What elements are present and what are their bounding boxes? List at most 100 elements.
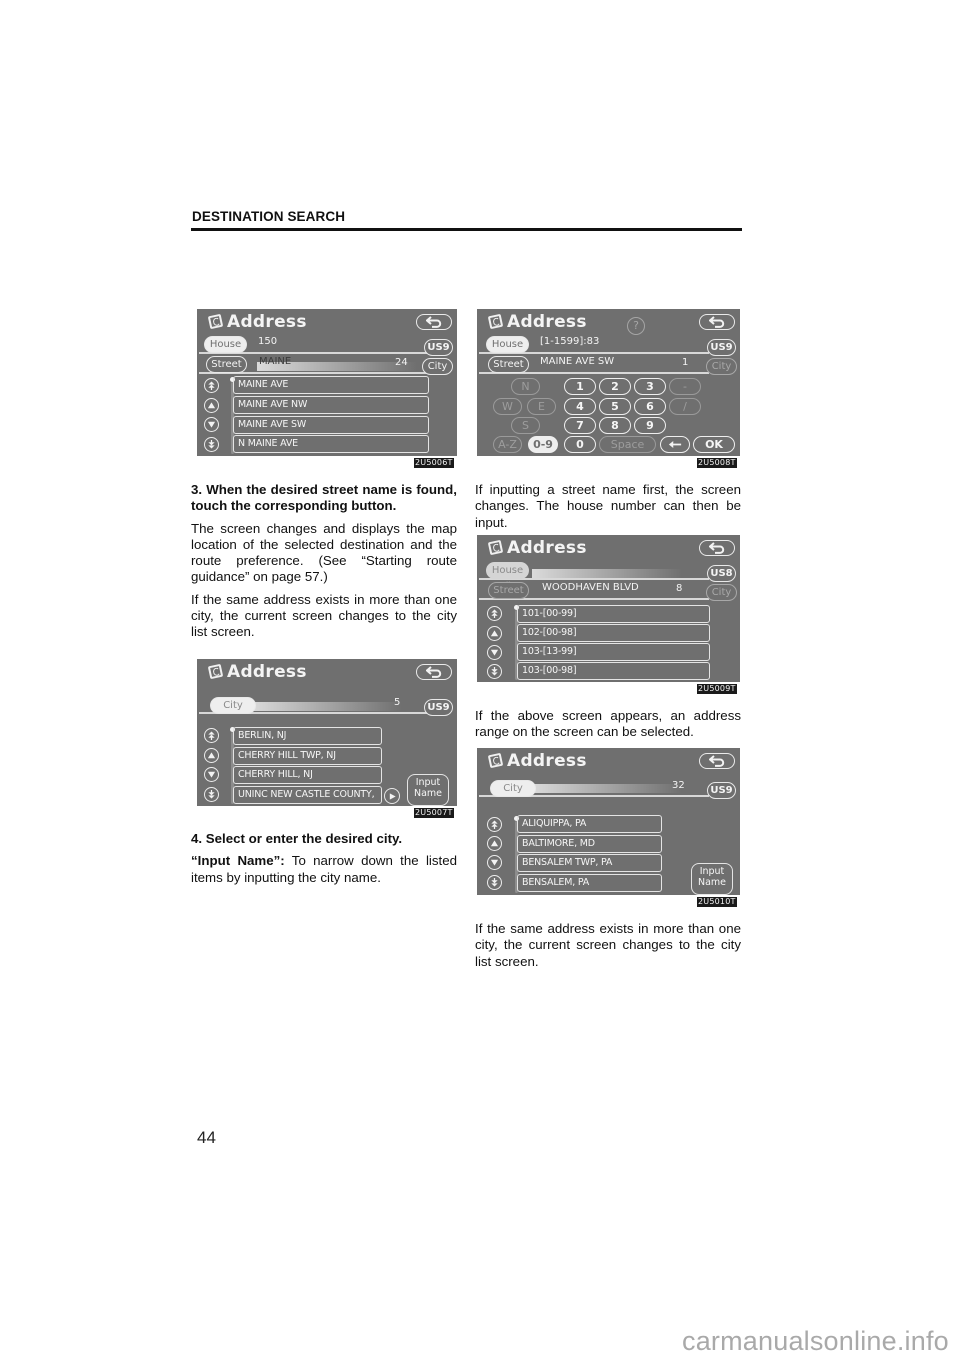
down-arrow-icon bbox=[207, 770, 216, 779]
key-slash[interactable]: / bbox=[669, 398, 701, 415]
scroll-up-button[interactable] bbox=[487, 626, 502, 641]
street-match-count: 1 bbox=[682, 357, 689, 368]
page-down-icon bbox=[490, 667, 499, 676]
list-item[interactable]: N MAINE AVE bbox=[233, 435, 429, 453]
city-button[interactable]: City bbox=[706, 584, 737, 601]
route-button[interactable]: US9 bbox=[424, 339, 453, 356]
key-dash[interactable]: - bbox=[669, 378, 701, 395]
scroll-right-button[interactable] bbox=[384, 788, 400, 804]
street-button[interactable]: Street bbox=[488, 356, 529, 373]
page-down-button[interactable] bbox=[204, 437, 219, 452]
input-name-button[interactable]: Input Name bbox=[407, 774, 449, 806]
key-6[interactable]: 6 bbox=[634, 398, 666, 415]
page-up-button[interactable] bbox=[487, 817, 502, 832]
key-s[interactable]: S bbox=[511, 417, 540, 434]
list-item[interactable]: CHERRY HILL, NJ bbox=[233, 766, 382, 784]
list-item[interactable]: BENSALEM, PA bbox=[517, 874, 662, 892]
back-button[interactable] bbox=[699, 753, 735, 769]
list-item[interactable]: 102-[00-98] bbox=[517, 624, 710, 642]
down-arrow-icon bbox=[207, 420, 216, 429]
key-1[interactable]: 1 bbox=[564, 378, 596, 395]
key-9[interactable]: 9 bbox=[634, 417, 666, 434]
route-button[interactable]: US9 bbox=[424, 699, 453, 716]
street-button[interactable]: Street bbox=[488, 582, 529, 599]
list-item[interactable]: MAINE AVE SW bbox=[233, 416, 429, 434]
list-item[interactable]: 101-[00-99] bbox=[517, 605, 710, 623]
scroll-down-button[interactable] bbox=[204, 417, 219, 432]
list-item[interactable]: MAINE AVE NW bbox=[233, 396, 429, 414]
key-2[interactable]: 2 bbox=[599, 378, 631, 395]
up-arrow-icon bbox=[490, 839, 499, 848]
page-down-button[interactable] bbox=[487, 875, 502, 890]
backspace-button[interactable] bbox=[660, 436, 690, 453]
page-up-button[interactable] bbox=[204, 378, 219, 393]
key-w[interactable]: W bbox=[493, 398, 522, 415]
house-number-button[interactable]: House # bbox=[486, 336, 529, 365]
down-arrow-icon bbox=[490, 648, 499, 657]
page-up-button[interactable] bbox=[487, 606, 502, 621]
key-8[interactable]: 8 bbox=[599, 417, 631, 434]
screen-title: Address bbox=[227, 662, 307, 682]
list-item[interactable]: UNINC NEW CASTLE COUNTY, bbox=[233, 786, 382, 804]
page-down-button[interactable] bbox=[204, 787, 219, 802]
route-button[interactable]: US8 bbox=[707, 565, 736, 582]
ok-button[interactable]: OK bbox=[693, 436, 735, 453]
page-number: 44 bbox=[197, 1128, 216, 1147]
key-a-z[interactable]: A-Z bbox=[493, 436, 522, 453]
back-button[interactable] bbox=[416, 664, 452, 680]
watermark[interactable]: carmanualsonline.info bbox=[682, 1326, 949, 1357]
scroll-down-button[interactable] bbox=[487, 855, 502, 870]
help-icon[interactable]: ? bbox=[627, 317, 645, 335]
left-text-block-2: 4. Select or enter the desired city. “In… bbox=[191, 831, 457, 892]
list-item[interactable]: CHERRY HILL TWP, NJ bbox=[233, 747, 382, 765]
list-item[interactable]: BALTIMORE, MD bbox=[517, 835, 662, 853]
paragraph: If inputting a street name first, the sc… bbox=[475, 482, 741, 530]
scroll-down-button[interactable] bbox=[204, 767, 219, 782]
back-button[interactable] bbox=[416, 314, 452, 330]
key-0[interactable]: 0 bbox=[564, 436, 596, 453]
header-rule bbox=[191, 228, 742, 231]
key-e[interactable]: E bbox=[527, 398, 556, 415]
key-n[interactable]: N bbox=[511, 378, 540, 395]
list-item[interactable]: 103-[13-99] bbox=[517, 643, 710, 661]
key-0-9[interactable]: 0-9 bbox=[528, 436, 558, 453]
street-button[interactable]: Street bbox=[206, 356, 247, 373]
address-book-icon bbox=[207, 313, 224, 330]
key-5[interactable]: 5 bbox=[599, 398, 631, 415]
back-button[interactable] bbox=[699, 540, 735, 556]
key-space[interactable]: Space bbox=[599, 436, 656, 453]
city-button[interactable]: City bbox=[210, 697, 256, 714]
city-button[interactable]: City bbox=[706, 358, 737, 375]
scroll-up-button[interactable] bbox=[204, 398, 219, 413]
route-button[interactable]: US9 bbox=[707, 339, 736, 356]
back-arrow-icon bbox=[709, 755, 725, 767]
input-name-button[interactable]: Input Name bbox=[691, 863, 733, 895]
city-button[interactable]: City bbox=[490, 780, 536, 797]
list-item[interactable]: 103-[00-98] bbox=[517, 662, 710, 680]
list-item[interactable]: BENSALEM TWP, PA bbox=[517, 854, 662, 872]
scroll-up-button[interactable] bbox=[204, 748, 219, 763]
city-button[interactable]: City bbox=[422, 358, 453, 375]
screenshot-city-list-2: Address City 32 US9 ALIQUIPPA, PA BALTIM… bbox=[477, 748, 740, 895]
house-number-button[interactable]: House # bbox=[486, 562, 529, 591]
right-arrow-icon bbox=[388, 792, 397, 801]
address-book-icon bbox=[487, 313, 504, 330]
key-4[interactable]: 4 bbox=[564, 398, 596, 415]
back-button[interactable] bbox=[699, 314, 735, 330]
key-3[interactable]: 3 bbox=[634, 378, 666, 395]
screenshot-house-number-keypad: Address ? House # [1-1599]:83 US9 Street… bbox=[477, 309, 740, 456]
scroll-down-button[interactable] bbox=[487, 645, 502, 660]
scroll-up-button[interactable] bbox=[487, 836, 502, 851]
list-item[interactable]: ALIQUIPPA, PA bbox=[517, 815, 662, 833]
route-button[interactable]: US9 bbox=[707, 782, 736, 799]
image-code: 2U5010T bbox=[697, 897, 737, 907]
list-item[interactable]: BERLIN, NJ bbox=[233, 727, 382, 745]
list-item[interactable]: MAINE AVE bbox=[233, 376, 429, 394]
page-down-button[interactable] bbox=[487, 664, 502, 679]
up-arrow-icon bbox=[207, 751, 216, 760]
image-code: 2U5008T bbox=[697, 458, 737, 468]
house-number-button[interactable]: House # bbox=[204, 336, 247, 365]
page-up-icon bbox=[207, 731, 216, 740]
key-7[interactable]: 7 bbox=[564, 417, 596, 434]
page-up-button[interactable] bbox=[204, 728, 219, 743]
